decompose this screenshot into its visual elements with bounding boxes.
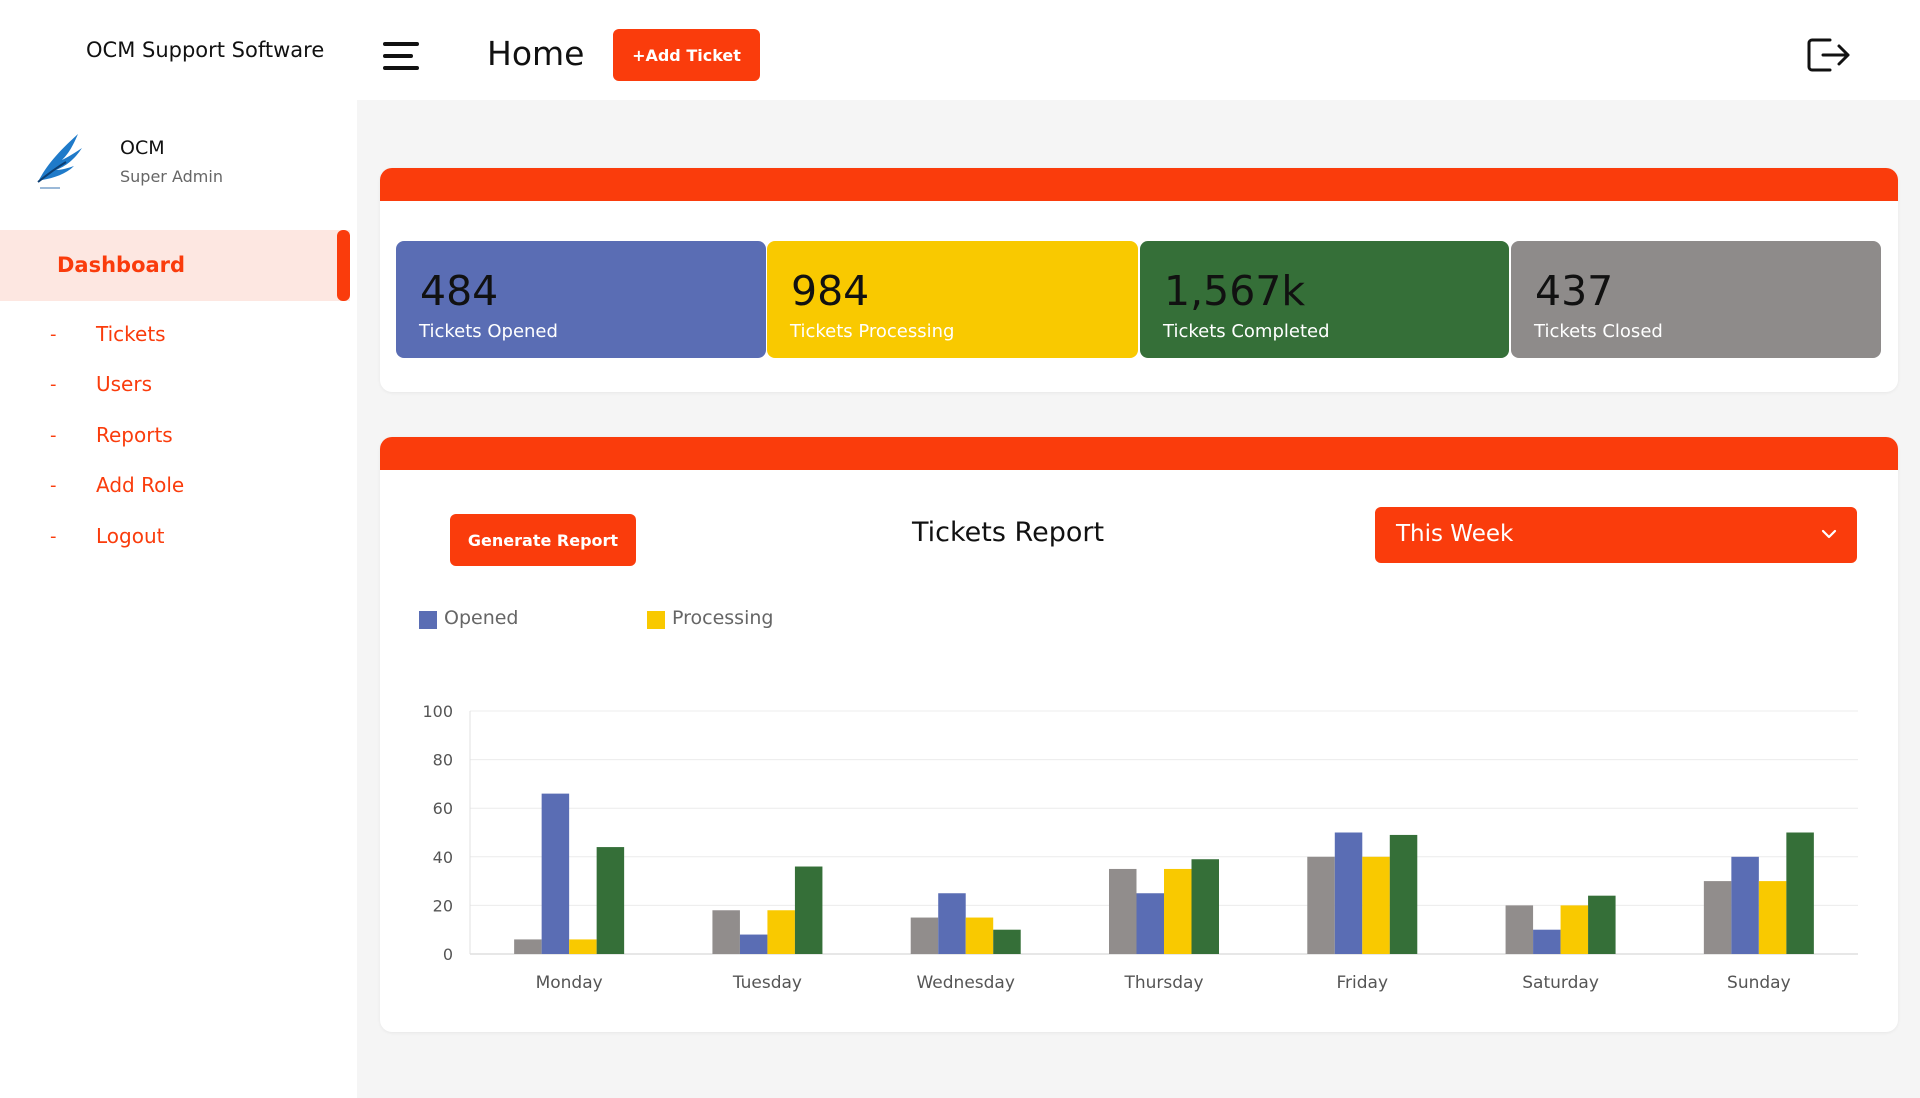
chart-bar [541,793,570,954]
card-header-bar [380,168,1898,201]
chart-bar [1164,868,1192,954]
chart-bar [514,939,542,954]
sidebar-item-label: Tickets [96,322,166,346]
x-tick-label: Tuesday [732,973,802,993]
stat-tickets-processing[interactable]: 984 Tickets Processing [767,241,1138,358]
bullet-dash: - [50,475,57,496]
sidebar-item-logout[interactable]: - Logout [0,518,350,558]
stat-value: 484 [420,267,499,315]
sidebar-item-dashboard[interactable]: Dashboard [0,230,350,301]
stat-label: Tickets Processing [790,321,955,342]
stat-label: Tickets Completed [1163,321,1330,342]
add-ticket-button[interactable]: +Add Ticket [613,29,760,81]
sidebar-item-add-role[interactable]: - Add Role [0,467,350,507]
stat-value: 437 [1535,267,1614,315]
bullet-dash: - [50,324,57,345]
menu-toggle-icon[interactable] [383,42,419,74]
page-title: Home [487,34,585,73]
bullet-dash: - [50,425,57,446]
x-tick-label: Saturday [1522,973,1599,993]
chart-bar [1588,895,1616,954]
x-tick-label: Friday [1337,973,1389,993]
stat-label: Tickets Closed [1534,321,1663,342]
stat-label: Tickets Opened [419,321,558,342]
chart-bar [1786,832,1814,954]
logout-icon[interactable] [1806,36,1852,74]
chart-bar [767,910,795,954]
stat-tickets-closed[interactable]: 437 Tickets Closed [1511,241,1881,358]
chart-bar [794,866,823,954]
active-indicator [337,230,350,301]
x-tick-label: Wednesday [916,973,1014,993]
user-name: OCM [120,137,165,159]
top-bar: OCM Support Software Home +Add Ticket [0,0,1920,100]
sidebar-item-users[interactable]: - Users [0,366,350,406]
chart-bar [1703,881,1732,954]
brand-name: OCM Support Software [86,38,325,62]
chart-bar [596,847,625,954]
sidebar-item-reports[interactable]: - Reports [0,417,350,457]
chart-bar [938,893,966,954]
chart-bar [1362,856,1390,954]
chart-bar [712,910,740,954]
bullet-dash: - [50,374,57,395]
tickets-bar-chart: 0 20 40 60 80 100 Monday Tuesday Wednesday Thursd… [422,702,1858,993]
stats-card: 484 Tickets Opened 984 Tickets Processin… [380,168,1898,392]
chart-bar [739,934,768,954]
chart-bar [1389,834,1418,954]
stat-tickets-completed[interactable]: 1,567k Tickets Completed [1140,241,1509,358]
chart-bar [1533,929,1561,954]
stat-value: 984 [791,267,870,315]
stat-tickets-opened[interactable]: 484 Tickets Opened [396,241,766,358]
sidebar-item-label: Users [96,372,153,396]
chart-bar [965,917,994,954]
y-tick-label: 60 [433,799,453,818]
chart-bar [1191,859,1219,954]
x-tick-label: Monday [536,973,603,993]
sidebar-item-tickets[interactable]: - Tickets [0,316,350,356]
report-card: Generate Report Tickets Report This Week… [380,437,1898,1032]
chart-bar [1334,832,1363,954]
y-tick-label: 0 [443,945,453,964]
sidebar-item-label: Dashboard [57,253,186,277]
chart-bar [993,929,1021,954]
user-role: Super Admin [120,167,223,186]
chart-bar [1560,905,1589,954]
avatar [37,134,82,189]
bullet-dash: - [50,526,57,547]
sidebar-item-label: Add Role [96,473,185,497]
chart-bar [1505,905,1534,954]
y-tick-label: 20 [433,896,453,915]
sidebar-item-label: Logout [96,524,165,548]
y-tick-label: 40 [433,848,453,867]
y-tick-label: 100 [422,702,453,721]
chart-bar [569,939,597,954]
sidebar-item-label: Reports [96,423,173,447]
y-tick-label: 80 [433,751,453,770]
chart-bar [1136,893,1164,954]
chart-bar [1731,856,1759,954]
chart-bar [1307,856,1335,954]
x-tick-label: Thursday [1123,973,1203,993]
chart-bar [1109,868,1137,954]
x-tick-label: Sunday [1727,973,1791,993]
chart-bar [1758,881,1787,954]
stat-value: 1,567k [1164,267,1306,315]
chart-bar [910,917,939,954]
